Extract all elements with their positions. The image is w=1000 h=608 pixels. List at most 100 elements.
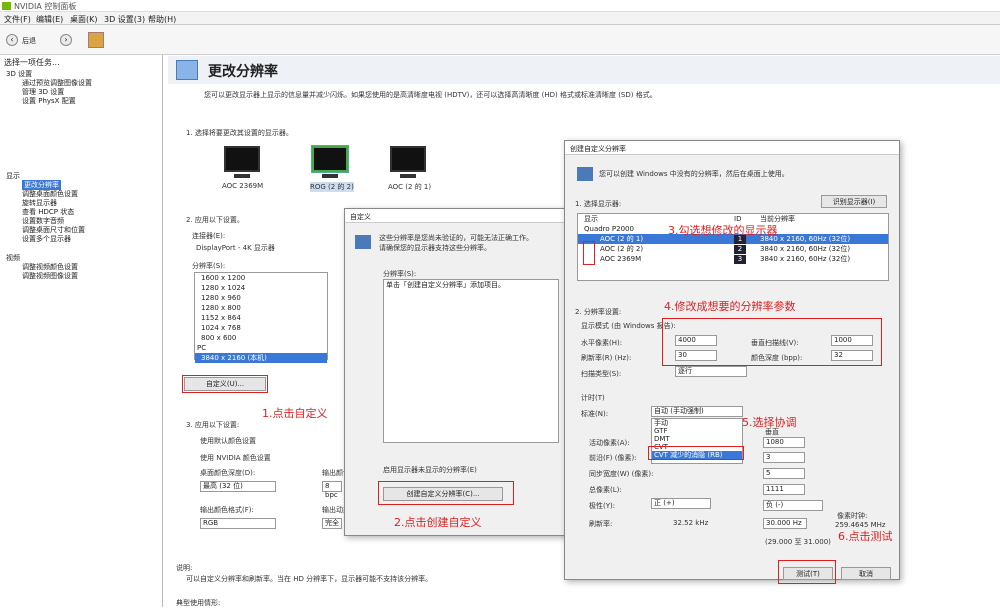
forward-icon[interactable]: ›	[60, 34, 72, 46]
dropdown-option[interactable]: GTF	[652, 427, 742, 435]
step3-label: 3. 应用以下设置:	[186, 421, 240, 429]
highlight-create	[378, 481, 514, 505]
home-icon[interactable]	[88, 32, 104, 48]
list-item[interactable]: 1152 x 864	[195, 313, 327, 323]
v-refresh-input[interactable]: 30.000 Hz	[763, 518, 807, 529]
dropdown-option[interactable]: 手动	[652, 419, 742, 427]
highlight-test	[778, 560, 836, 584]
cancel-button[interactable]: 取消	[841, 567, 891, 580]
back-icon[interactable]: ‹	[6, 34, 18, 46]
monitor-label-3: AOC (2 的 1)	[388, 183, 432, 191]
select-display-label: 1. 选择显示器:	[575, 200, 622, 208]
output-format-select[interactable]: RGB	[200, 518, 276, 529]
display-icon	[577, 167, 593, 181]
list-item[interactable]: 1600 x 1200	[195, 273, 327, 283]
annotation-4: 4.修改成想要的分辨率参数	[664, 300, 796, 313]
menu-help[interactable]: 帮助(H)	[148, 14, 176, 25]
sync-width-label: 同步宽度(W) (像素):	[589, 470, 654, 478]
window-title: NVIDIA 控制面板	[14, 2, 77, 11]
connector-value: DisplayPort - 4K 显示器	[196, 244, 275, 252]
display-row[interactable]: AOC (2 的 2) 2 3840 x 2160, 60Hz (32位)	[578, 244, 888, 254]
v-total-input[interactable]: 1111	[763, 484, 805, 495]
h-polarity-select[interactable]: 正 (+)	[651, 498, 711, 509]
nvidia-logo-icon	[2, 2, 11, 10]
display-icon	[355, 235, 371, 249]
list-item-selected[interactable]: 3840 x 2160 (本机)	[195, 353, 327, 363]
front-porch-label: 前沿(F) (像素):	[589, 454, 637, 462]
menu-desktop[interactable]: 桌面(K)	[70, 14, 98, 25]
highlight-customize	[182, 375, 268, 393]
v-front-porch-input[interactable]: 3	[763, 452, 805, 463]
connector-label: 连接器(E):	[192, 232, 226, 240]
menu-file[interactable]: 文件(F)	[4, 14, 31, 25]
display-settings-icon	[176, 60, 198, 80]
monitor-label-2: ROG (2 的 2)	[310, 182, 354, 192]
back-label[interactable]: 后退	[22, 36, 36, 46]
scan-type-select[interactable]: 逐行	[675, 366, 747, 377]
list-group-pc: PC	[197, 344, 207, 352]
annotation-1: 1.点击自定义	[262, 407, 328, 420]
sidebar-item-video[interactable]: 视频	[6, 253, 20, 263]
annotation-5: 5.选择协调	[742, 416, 797, 429]
dialog-title: 创建自定义分辨率	[565, 141, 899, 155]
list-item[interactable]: 800 x 600	[195, 333, 327, 343]
create-info-text: 您可以创建 Windows 中没有的分辨率，然后在桌面上使用。	[599, 170, 789, 178]
dynamic-range-select[interactable]: 完全	[322, 518, 342, 529]
refresh-rate-label: 刷新率:	[589, 520, 613, 528]
step1-label: 1. 选择将要更改其设置的显示器。	[186, 129, 293, 137]
list-item[interactable]: 1280 x 960	[195, 293, 327, 303]
monitor-icon[interactable]	[224, 146, 260, 172]
monitor-icon-selected[interactable]	[311, 145, 349, 173]
highlight-resolution-params	[662, 318, 882, 366]
refresh-label: 刷新率(R) (Hz):	[581, 354, 632, 362]
annotation-2: 2.点击创建自定义	[394, 516, 482, 529]
v-sync-width-input[interactable]: 5	[763, 468, 805, 479]
identify-displays-button[interactable]: 识别显示器(I)	[821, 195, 887, 208]
dialog-text-1: 这些分辨率是您尚未验证的，可能无法正确工作。	[379, 234, 533, 242]
menu-3d[interactable]: 3D 设置(3)	[104, 14, 145, 25]
page-title: 更改分辨率	[208, 64, 278, 80]
output-depth-select[interactable]: 8 bpc	[322, 481, 342, 499]
title-bar: NVIDIA 控制面板	[0, 0, 1000, 12]
h-refresh-value: 32.52 kHz	[673, 519, 709, 527]
enable-unexposed-checkbox[interactable]: 启用显示器未显示的分辨率(E)	[383, 465, 477, 475]
standard-select[interactable]: 自动 (手动强制)	[651, 406, 743, 417]
list-item[interactable]: 1280 x 1024	[195, 283, 327, 293]
active-pixels-label: 活动像素(A):	[589, 439, 630, 447]
radio-default-color[interactable]: 使用默认颜色设置	[200, 436, 256, 446]
dropdown-option[interactable]: DMT	[652, 435, 742, 443]
radio-nvidia-color[interactable]: 使用 NVIDIA 颜色设置	[200, 453, 271, 463]
list-item[interactable]: 1024 x 768	[195, 323, 327, 333]
hpixels-label: 水平像素(H):	[581, 339, 623, 347]
resolution-list-label: 分辨率(S):	[383, 270, 417, 278]
desktop-depth-select[interactable]: 最高 (32 位)	[200, 481, 276, 492]
custom-resolution-list[interactable]: 单击「创建自定义分辨率」添加项目。	[383, 279, 559, 443]
display-row[interactable]: AOC 2369M 3 3840 x 2160, 60Hz (32位)	[578, 254, 888, 264]
sidebar-item-physx[interactable]: 设置 PhysX 配置	[22, 96, 76, 106]
highlight-cvt-rb	[648, 446, 744, 460]
step2-label: 2. 应用以下设置。	[186, 216, 244, 224]
total-pixels-label: 总像素(L):	[589, 486, 622, 494]
sidebar-item-display[interactable]: 显示	[6, 171, 20, 181]
resolution-list[interactable]: 1600 x 1200 1280 x 1024 1280 x 960 1280 …	[194, 272, 328, 363]
monitor-stand	[322, 174, 338, 178]
v-polarity-select[interactable]: 负 (-)	[763, 500, 823, 511]
polarity-label: 极性(Y):	[589, 502, 616, 510]
description-text: 可以自定义分辨率和刷新率。当在 HD 分辨率下，显示器可能不支持该分辨率。	[186, 575, 433, 583]
dialog-text-2: 请确保您的显示器支持这些分辨率。	[379, 244, 491, 252]
sidebar-item-multi-display[interactable]: 设置多个显示器	[22, 234, 71, 244]
list-item[interactable]: 1280 x 800	[195, 303, 327, 313]
monitor-stand	[234, 174, 250, 178]
v-active-input[interactable]: 1080	[763, 437, 805, 448]
sidebar-item-video-image[interactable]: 调整视频图像设置	[22, 271, 78, 281]
sidebar-heading: 选择一项任务...	[4, 58, 60, 67]
desktop-depth-label: 桌面颜色深度(D):	[200, 469, 256, 477]
highlight-checkbox	[583, 241, 595, 265]
monitor-stand	[400, 174, 416, 178]
timing-section[interactable]: 计时(T)	[581, 393, 605, 403]
standard-label: 标准(N):	[581, 410, 609, 418]
task-sidebar: 选择一项任务... 3D 设置 通过预览调整图像设置 管理 3D 设置 设置 P…	[0, 55, 163, 607]
menu-edit[interactable]: 编辑(E)	[36, 14, 63, 25]
monitor-icon[interactable]	[390, 146, 426, 172]
annotation-6: 6.点击测试	[838, 530, 893, 543]
